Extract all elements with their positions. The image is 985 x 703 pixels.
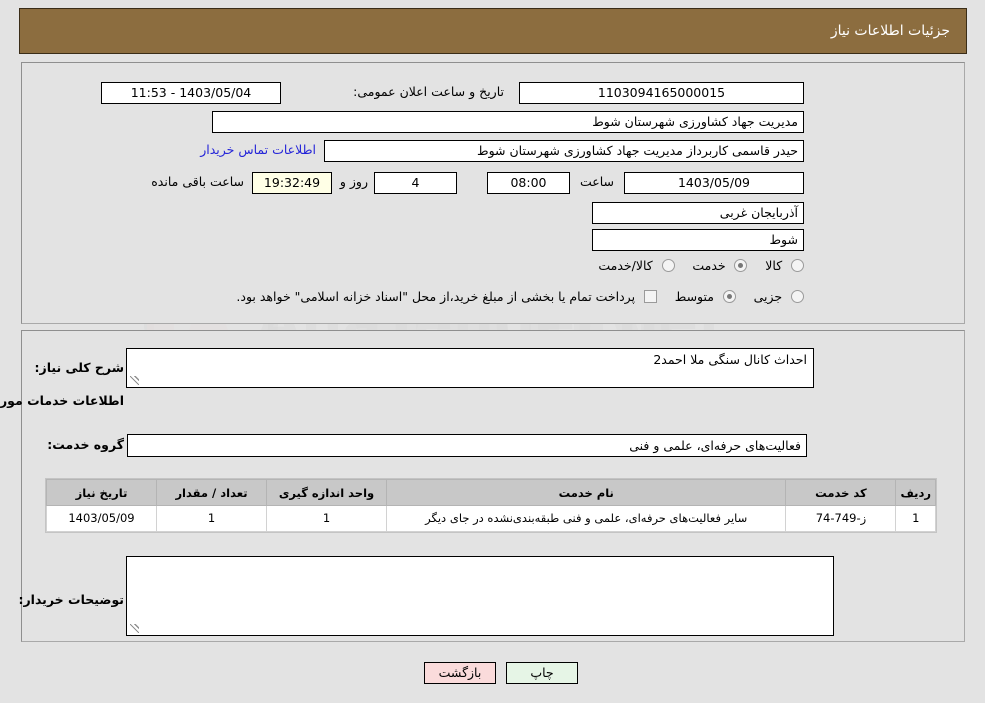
delivery-city-field[interactable]: شوط xyxy=(593,229,805,251)
purchase-process-radio-group: جزیی متوسط پرداخت تمام یا بخشی از مبلغ خ… xyxy=(223,289,805,304)
cell-code: ز-749-74 xyxy=(786,505,898,532)
delivery-province-field[interactable]: آذربایجان غربی xyxy=(593,202,805,224)
category-radio-khedmat-label: خدمت xyxy=(693,258,727,273)
buyer-comments-textarea[interactable] xyxy=(127,556,835,636)
cell-quantity: 1 xyxy=(157,505,268,532)
general-description-label: شرح کلی نیاز: xyxy=(35,360,125,375)
cell-unit: 1 xyxy=(267,505,388,532)
th-name: نام خدمت xyxy=(386,479,788,506)
table-header-row: ردیف کد خدمت نام خدمت واحد اندازه گیری ت… xyxy=(47,479,937,506)
category-radio-kala-label: کالا xyxy=(766,258,784,273)
deadline-days-field[interactable]: 4 xyxy=(375,172,458,194)
page-header: جزئیات اطلاعات نیاز xyxy=(20,8,968,54)
deadline-countdown-field[interactable]: 19:32:49 xyxy=(253,172,333,194)
th-unit: واحد اندازه گیری xyxy=(267,479,388,506)
table-row: 1 ز-749-74 سایر فعالیت‌های حرفه‌ای، علمی… xyxy=(47,505,937,532)
treasury-documents-label: پرداخت تمام یا بخشی از مبلغ خرید،از محل … xyxy=(237,289,637,304)
deadline-time-label: ساعت xyxy=(580,174,615,189)
purchase-process-radio-jozi-label: جزیی xyxy=(754,289,784,304)
deadline-countdown-label: ساعت باقی مانده xyxy=(152,174,245,189)
deadline-time-field[interactable]: 08:00 xyxy=(488,172,571,194)
service-group-label: گروه خدمت: xyxy=(48,437,125,452)
request-creator-field[interactable]: حیدر قاسمی کاربرداز مدیریت جهاد کشاورزی … xyxy=(325,140,805,162)
buyer-org-field[interactable]: مدیریت جهاد کشاورزی شهرستان شوط xyxy=(213,111,805,133)
deadline-days-label: روز و xyxy=(340,174,369,189)
purchase-process-radio-motavaset[interactable] xyxy=(723,290,737,303)
back-button[interactable]: بازگشت xyxy=(425,662,497,684)
purchase-process-radio-motavaset-label: متوسط xyxy=(675,289,715,304)
need-number-field[interactable]: 1103094165000015 xyxy=(520,82,805,104)
category-radio-kala[interactable] xyxy=(792,259,805,272)
th-code: کد خدمت xyxy=(786,479,898,506)
cell-radif: 1 xyxy=(896,505,937,532)
category-radio-kala-khedmat-label: کالا/خدمت xyxy=(599,258,654,273)
buyer-contact-link[interactable]: اطلاعات تماس خریدار xyxy=(201,142,317,157)
treasury-documents-checkbox[interactable] xyxy=(644,290,658,303)
print-button[interactable]: چاپ xyxy=(507,662,579,684)
category-radio-kala-khedmat[interactable] xyxy=(662,259,676,272)
general-description-textarea[interactable]: احداث کانال سنگی ملا احمد2 xyxy=(127,348,815,388)
th-date: تاریخ نیاز xyxy=(47,479,158,506)
services-section-title: اطلاعات خدمات مورد نیاز xyxy=(0,393,125,408)
service-group-field[interactable]: فعالیت‌های حرفه‌ای، علمی و فنی xyxy=(128,434,808,457)
announce-datetime-label: تاریخ و ساعت اعلان عمومی: xyxy=(354,84,505,99)
category-radio-group: کالا خدمت کالا/خدمت xyxy=(585,258,805,273)
services-table: ردیف کد خدمت نام خدمت واحد اندازه گیری ت… xyxy=(46,478,938,533)
page-root: AnaTender.net جزئیات اطلاعات نیاز شماره … xyxy=(0,0,985,703)
page-title: جزئیات اطلاعات نیاز xyxy=(831,23,951,39)
deadline-date-field[interactable]: 1403/05/09 xyxy=(625,172,805,194)
purchase-process-radio-jozi[interactable] xyxy=(792,290,805,303)
announce-datetime-field[interactable]: 1403/05/04 - 11:53 xyxy=(102,82,282,104)
cell-date: 1403/05/09 xyxy=(47,505,158,532)
cell-name: سایر فعالیت‌های حرفه‌ای، علمی و فنی طبقه… xyxy=(386,505,788,532)
buyer-comments-label: توضیحات خریدار: xyxy=(19,592,125,607)
th-quantity: تعداد / مقدار xyxy=(157,479,268,506)
category-radio-khedmat[interactable] xyxy=(735,259,749,272)
th-radif: ردیف xyxy=(896,479,937,506)
